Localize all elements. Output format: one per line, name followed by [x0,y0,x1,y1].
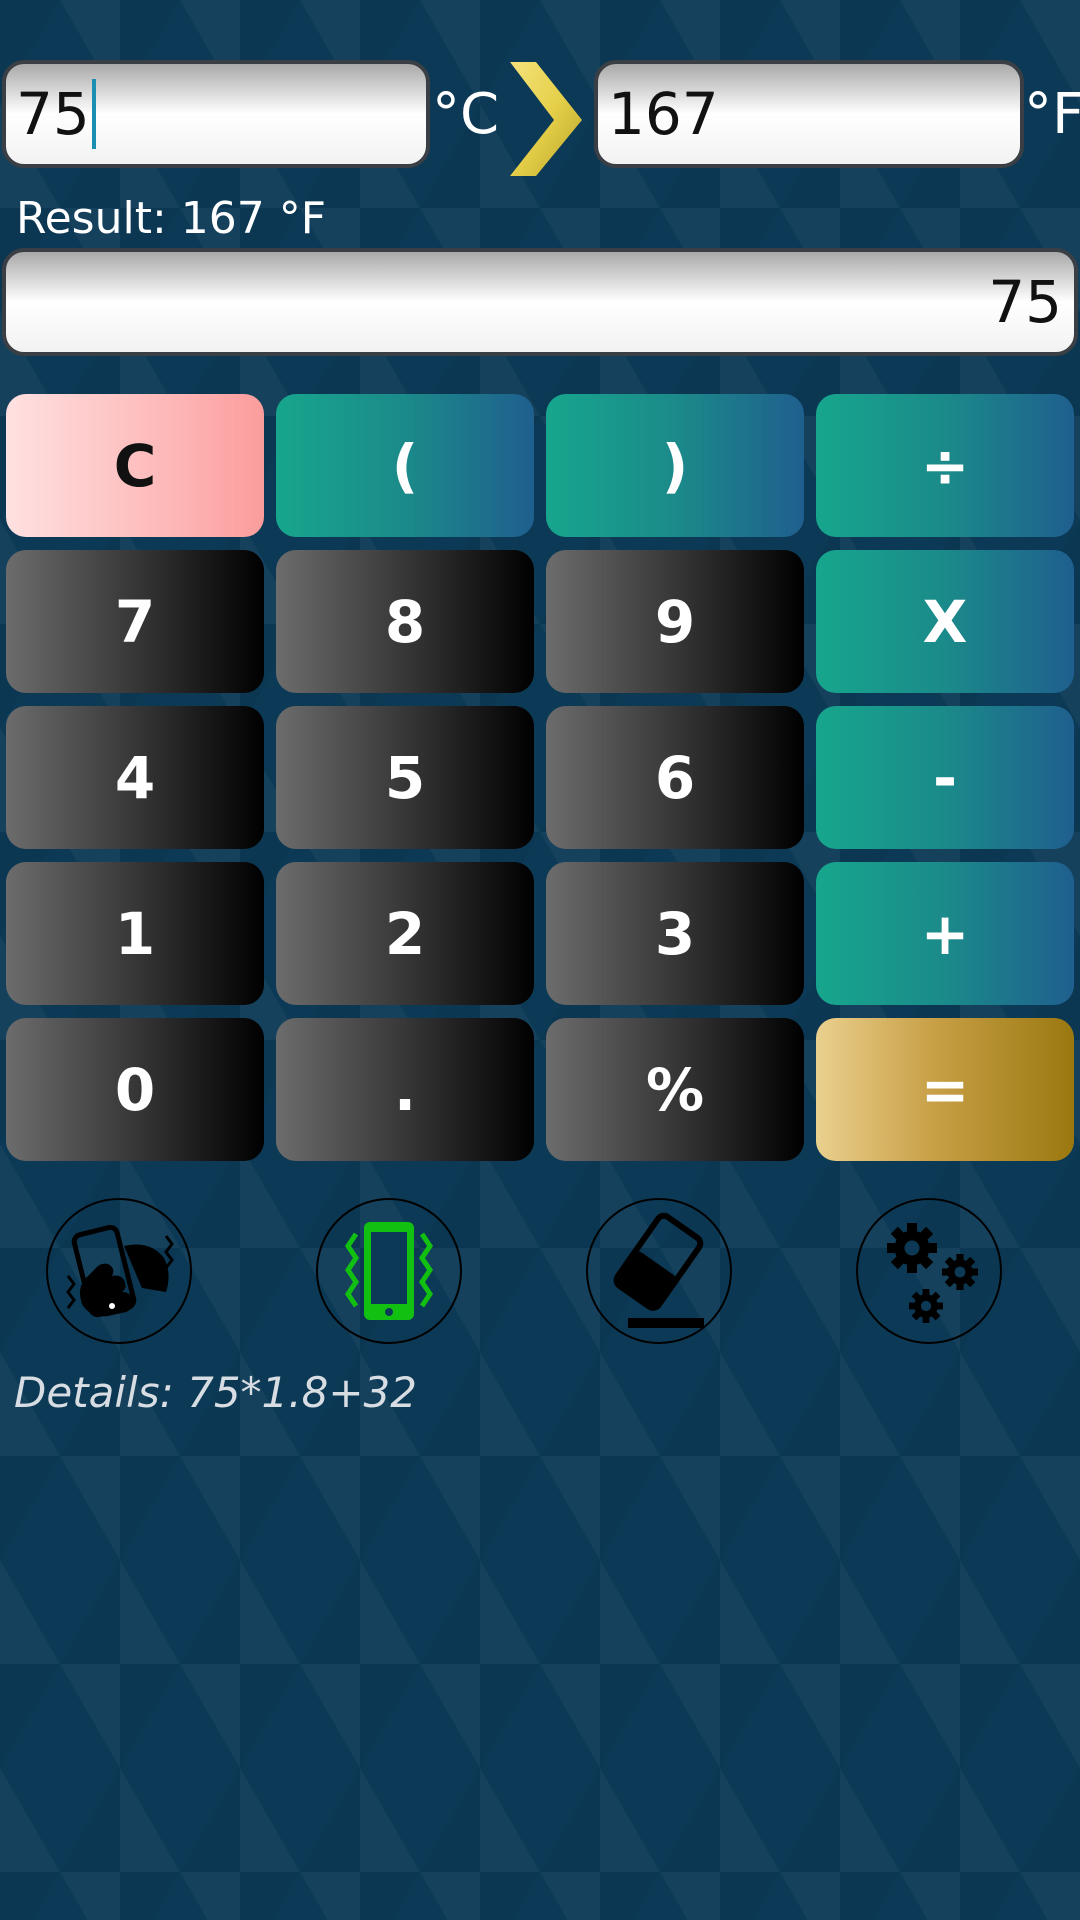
plus-button[interactable]: + [816,862,1074,1005]
digit-1-button[interactable]: 1 [6,862,264,1005]
close-paren-button[interactable]: ) [546,394,804,537]
gears-icon [887,1223,978,1323]
open-paren-button[interactable]: ( [276,394,534,537]
multiply-button[interactable]: X [816,550,1074,693]
equals-button[interactable]: = [816,1018,1074,1161]
fahrenheit-value: 167 [608,80,719,148]
convert-arrow-icon[interactable] [506,60,582,178]
result-label: Result: 167 °F [16,193,327,244]
vibrate-phone-icon [344,1222,434,1320]
celsius-value: 75 [16,80,90,148]
shake-toggle-button[interactable] [46,1198,192,1344]
calculator-display[interactable]: 75 [2,248,1078,356]
minus-button[interactable]: - [816,706,1074,849]
settings-button[interactable] [856,1198,1002,1344]
digit-6-button[interactable]: 6 [546,706,804,849]
fahrenheit-output[interactable]: 167 [594,60,1024,168]
celsius-input[interactable]: 75 [2,60,430,168]
digit-8-button[interactable]: 8 [276,550,534,693]
eraser-icon [613,1212,704,1328]
digit-0-button[interactable]: 0 [6,1018,264,1161]
decimal-button[interactable]: . [276,1018,534,1161]
keypad: C ( ) ÷ 7 8 9 X 4 5 6 - 1 2 3 + 0 . % = [6,394,1074,1161]
digit-4-button[interactable]: 4 [6,706,264,849]
digit-7-button[interactable]: 7 [6,550,264,693]
celsius-unit-label: °C [432,82,500,147]
clear-button[interactable]: C [6,394,264,537]
text-cursor [91,78,96,149]
digit-3-button[interactable]: 3 [546,862,804,1005]
display-value: 75 [988,268,1062,336]
fahrenheit-unit-label: °F [1024,82,1080,147]
digit-9-button[interactable]: 9 [546,550,804,693]
percent-button[interactable]: % [546,1018,804,1161]
shake-phone-icon [66,1224,174,1318]
vibrate-toggle-button[interactable] [316,1198,462,1344]
digit-5-button[interactable]: 5 [276,706,534,849]
divide-button[interactable]: ÷ [816,394,1074,537]
digit-2-button[interactable]: 2 [276,862,534,1005]
eraser-button[interactable] [586,1198,732,1344]
details-text: Details: 75*1.8+32 [14,1368,417,1417]
